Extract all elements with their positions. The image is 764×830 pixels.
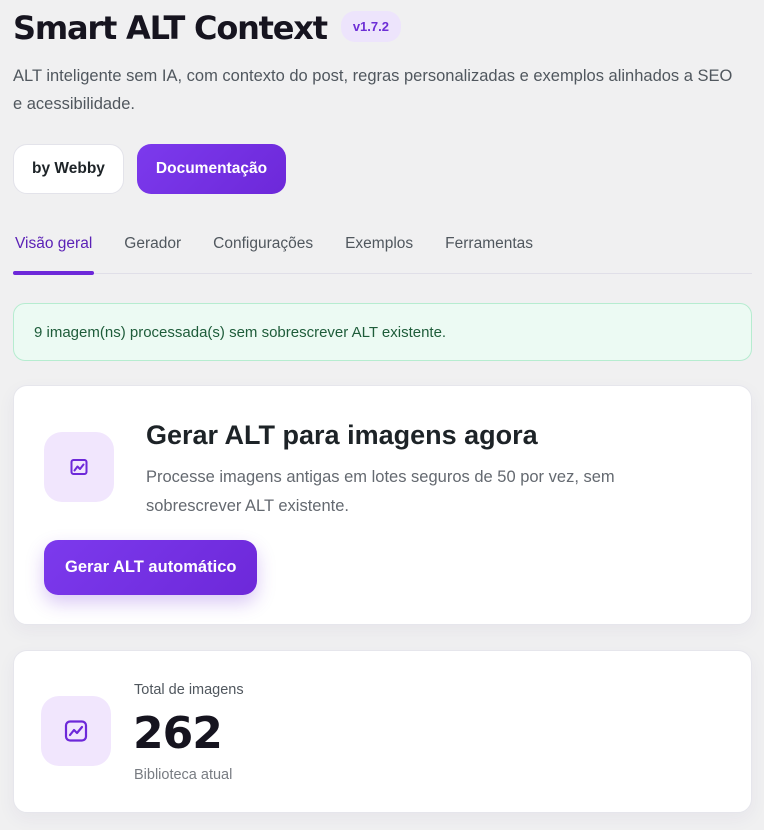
tab-tools[interactable]: Ferramentas	[445, 226, 533, 274]
tab-settings[interactable]: Configurações	[213, 226, 313, 274]
generate-alt-button[interactable]: Gerar ALT automático	[44, 540, 258, 595]
tab-generator[interactable]: Gerador	[124, 226, 181, 274]
total-images-card: Total de imagens 262 Biblioteca atual	[13, 650, 752, 813]
generate-description: Processe imagens antigas em lotes seguro…	[146, 468, 615, 515]
notice-text: 9 imagem(ns) processada(s) sem sobrescre…	[34, 324, 447, 341]
image-chart-icon	[41, 696, 111, 766]
stat-value: 262	[133, 708, 223, 759]
page-subtitle: ALT inteligente sem IA, com contexto do …	[13, 67, 733, 113]
success-notice: 9 imagem(ns) processada(s) sem sobrescre…	[13, 303, 752, 361]
stat-subtitle: Biblioteca atual	[134, 767, 233, 783]
image-chart-icon	[44, 432, 114, 502]
documentation-button[interactable]: Documentação	[136, 144, 287, 194]
title-row: Smart ALT Context v1.7.2	[13, 6, 753, 50]
tab-examples[interactable]: Exemplos	[345, 226, 413, 274]
version-badge: v1.7.2	[340, 10, 401, 42]
page-title: Smart ALT Context	[13, 9, 328, 47]
page-header: Smart ALT Context v1.7.2 ALT inteligente…	[13, 6, 753, 118]
stat-label: Total de imagens	[134, 682, 244, 698]
tab-bar: Visão geral Gerador Configurações Exempl…	[12, 226, 752, 275]
by-webby-button[interactable]: by Webby	[13, 144, 124, 194]
generate-title: Gerar ALT para imagens agora	[146, 420, 538, 450]
generate-alt-card: Gerar ALT para imagens agora Processe im…	[13, 385, 752, 625]
header-buttons: by Webby Documentação	[13, 144, 287, 194]
tab-overview[interactable]: Visão geral	[12, 226, 95, 275]
